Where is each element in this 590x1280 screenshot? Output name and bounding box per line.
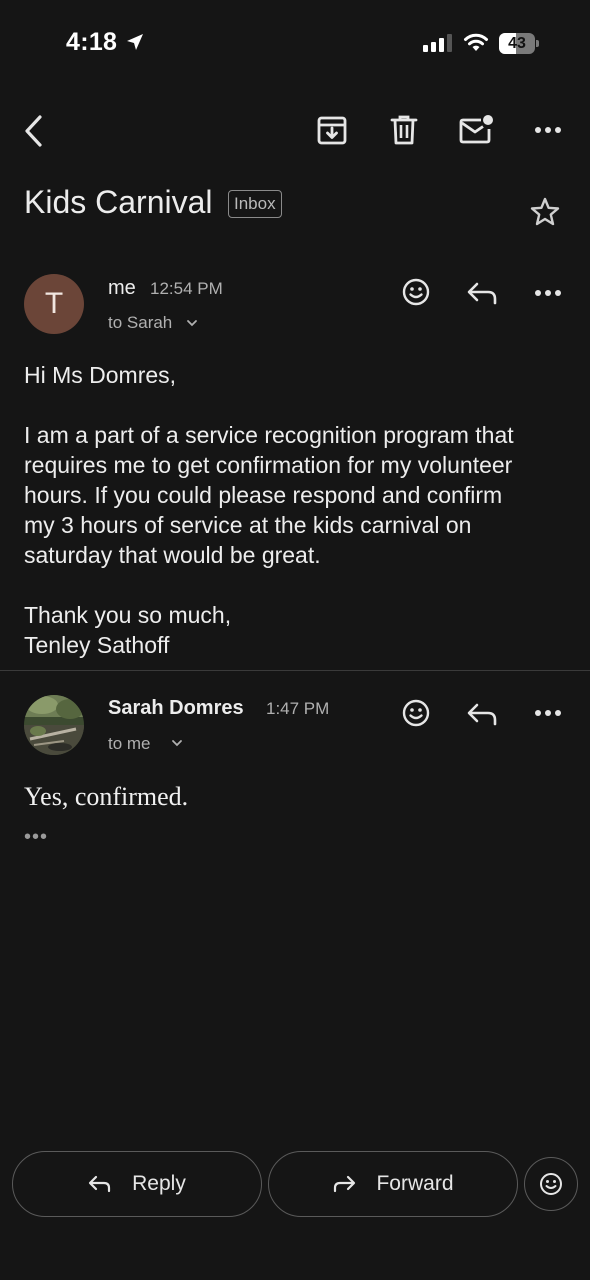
message-body-line: my 3 hours of service at the kids carniv…	[24, 512, 472, 538]
reply-icon[interactable]	[466, 280, 498, 306]
show-trimmed-content-button[interactable]: •••	[24, 826, 48, 849]
sender-name: Sarah Domres	[108, 697, 244, 719]
message-time: 12:54 PM	[150, 279, 223, 298]
message-body-line: I am a part of a service recognition pro…	[24, 422, 514, 448]
message-more-icon[interactable]	[534, 287, 562, 299]
reply-icon[interactable]	[466, 701, 498, 727]
location-arrow-icon	[127, 34, 143, 50]
message-body: Yes, confirmed.	[24, 782, 189, 811]
forward-icon	[334, 1175, 356, 1193]
cellular-signal-icon	[423, 34, 452, 52]
back-chevron-icon[interactable]	[20, 114, 48, 148]
avatar[interactable]: T	[24, 274, 84, 334]
message-more-icon[interactable]	[534, 707, 562, 719]
message-body-line: hours. If you could please respond and c…	[24, 482, 503, 508]
forward-button[interactable]: Forward	[268, 1151, 518, 1217]
more-options-icon[interactable]	[534, 124, 562, 136]
recipient-label: to me	[108, 734, 151, 753]
message-divider	[0, 670, 590, 671]
emoji-react-icon[interactable]	[402, 699, 430, 727]
trash-icon[interactable]	[389, 114, 419, 146]
star-outline-icon[interactable]	[529, 196, 561, 228]
reply-button-label: Reply	[132, 1172, 186, 1195]
avatar-photo-image	[24, 695, 84, 755]
archive-icon[interactable]	[316, 114, 348, 146]
mark-unread-icon[interactable]	[459, 114, 495, 146]
forward-button-label: Forward	[376, 1172, 454, 1195]
recipient-toggle[interactable]: to Sarah	[108, 313, 172, 333]
message-body-line: Thank you so much,	[24, 602, 232, 628]
avatar[interactable]	[24, 695, 84, 755]
wifi-icon	[464, 33, 488, 51]
message-time: 1:47 PM	[266, 699, 330, 718]
battery-percent: 43	[508, 35, 526, 52]
message-body-line: Tenley Sathoff	[24, 632, 170, 658]
email-subject: Kids Carnival	[24, 184, 213, 220]
status-time: 4:18	[66, 28, 118, 56]
emoji-icon	[540, 1173, 562, 1195]
inbox-label-chip[interactable]: Inbox	[228, 190, 282, 218]
sender-name: me	[108, 277, 136, 299]
reply-button[interactable]: Reply	[12, 1151, 262, 1217]
message-body-line: saturday that would be great.	[24, 542, 321, 568]
message-body-line: Hi Ms Domres,	[24, 362, 177, 388]
emoji-react-icon[interactable]	[402, 278, 430, 306]
recipient-label: to Sarah	[108, 313, 173, 332]
emoji-reaction-button[interactable]	[524, 1157, 578, 1211]
chevron-down-icon[interactable]	[171, 738, 183, 748]
message-body-line: requires me to get confirmation for my v…	[24, 452, 513, 478]
chevron-down-icon[interactable]	[186, 318, 198, 328]
recipient-toggle[interactable]: to me	[108, 734, 151, 754]
battery-indicator: 43	[499, 33, 539, 54]
reply-icon	[89, 1175, 111, 1193]
